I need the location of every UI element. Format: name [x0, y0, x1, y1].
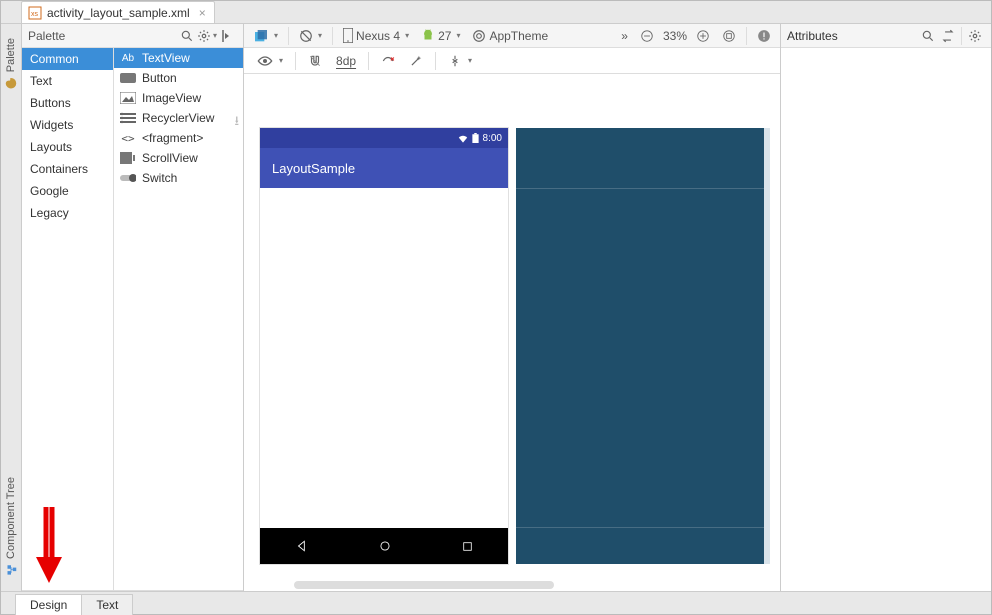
- android-icon: [421, 29, 435, 43]
- palette-category-buttons[interactable]: Buttons: [22, 92, 113, 114]
- surface-select-button[interactable]: ▾: [248, 25, 283, 47]
- search-icon[interactable]: [177, 25, 197, 47]
- collapse-icon[interactable]: [217, 25, 237, 47]
- palette-rail-tab[interactable]: Palette: [4, 38, 18, 90]
- horizontal-scrollbar[interactable]: [294, 581, 554, 589]
- switch-icon: [120, 171, 136, 185]
- device-nav-bar: [260, 528, 508, 564]
- theme-select-button[interactable]: AppTheme: [467, 25, 553, 47]
- clear-constraints-button[interactable]: [376, 50, 400, 72]
- download-icon[interactable]: ⭳: [234, 112, 239, 134]
- tree-icon: [4, 563, 18, 577]
- close-icon[interactable]: ×: [199, 6, 206, 20]
- palette-component-button[interactable]: Button: [114, 68, 243, 88]
- device-select-button[interactable]: Nexus 4▾: [338, 25, 414, 47]
- palette-category-layouts[interactable]: Layouts: [22, 136, 113, 158]
- recyclerview-icon: [120, 111, 136, 125]
- tab-text[interactable]: Text: [81, 594, 133, 615]
- search-icon[interactable]: [918, 25, 938, 47]
- palette-panel: Palette ▾ Common Text Buttons Widgets La…: [22, 24, 244, 591]
- textview-icon: Ab: [120, 51, 136, 65]
- design-editor: ▾ ▾ Nexus 4▾ 27▾ AppTheme » 33% ▾: [244, 24, 781, 591]
- file-tab-bar: xs activity_layout_sample.xml ×: [1, 1, 991, 24]
- component-tree-rail-tab[interactable]: Component Tree: [4, 477, 18, 577]
- palette-category-list: Common Text Buttons Widgets Layouts Cont…: [22, 48, 114, 590]
- swap-icon[interactable]: [938, 25, 958, 47]
- zoom-out-button[interactable]: [635, 25, 659, 47]
- palette-category-google[interactable]: Google: [22, 180, 113, 202]
- zoom-level[interactable]: 33%: [661, 25, 689, 47]
- device-status-bar: 8:00: [260, 128, 508, 148]
- palette-component-scrollview[interactable]: ScrollView: [114, 148, 243, 168]
- overflow-button[interactable]: »: [616, 25, 633, 47]
- device-app-bar: LayoutSample: [260, 148, 508, 188]
- magnet-button[interactable]: [303, 50, 327, 72]
- nav-home-icon: [378, 539, 392, 553]
- fragment-icon: <>: [120, 131, 136, 145]
- orientation-button[interactable]: ▾: [294, 25, 327, 47]
- file-tab-label: activity_layout_sample.xml: [47, 6, 190, 20]
- editor-mode-tabs: Design Text: [1, 591, 991, 614]
- gear-icon[interactable]: [965, 25, 985, 47]
- design-surface[interactable]: 8:00 LayoutSample: [244, 74, 780, 591]
- infer-constraints-button[interactable]: [404, 50, 428, 72]
- palette-category-widgets[interactable]: Widgets: [22, 114, 113, 136]
- gear-icon[interactable]: ▾: [197, 25, 217, 47]
- palette-component-recyclerview[interactable]: RecyclerView: [114, 108, 243, 128]
- attributes-title: Attributes: [787, 29, 838, 43]
- blueprint-edge: [764, 128, 770, 564]
- api-select-button[interactable]: 27▾: [416, 25, 465, 47]
- battery-icon: [472, 133, 479, 143]
- palette-category-common[interactable]: Common: [22, 48, 113, 70]
- attributes-header: Attributes: [781, 24, 991, 48]
- blueprint-preview[interactable]: [516, 128, 764, 564]
- wifi-icon: [458, 134, 468, 143]
- palette-component-fragment[interactable]: <> <fragment>: [114, 128, 243, 148]
- palette-header: Palette ▾: [22, 24, 243, 48]
- file-tab-activity-layout[interactable]: xs activity_layout_sample.xml ×: [21, 1, 215, 23]
- device-body[interactable]: [260, 188, 508, 528]
- zoom-fit-button[interactable]: [717, 25, 741, 47]
- palette-category-containers[interactable]: Containers: [22, 158, 113, 180]
- svg-text:xs: xs: [31, 11, 39, 18]
- pack-button[interactable]: ▾: [443, 50, 477, 72]
- palette-component-textview[interactable]: Ab TextView: [114, 48, 243, 68]
- app-title: LayoutSample: [272, 161, 355, 176]
- tab-design[interactable]: Design: [15, 594, 82, 615]
- design-toolbar-top: ▾ ▾ Nexus 4▾ 27▾ AppTheme » 33%: [244, 24, 780, 48]
- palette-category-legacy[interactable]: Legacy: [22, 202, 113, 224]
- xml-file-icon: xs: [28, 6, 42, 20]
- palette-component-switch[interactable]: Switch: [114, 168, 243, 188]
- warnings-button[interactable]: [752, 25, 776, 47]
- status-time: 8:00: [483, 133, 502, 144]
- imageview-icon: [120, 91, 136, 105]
- palette-title: Palette: [28, 29, 65, 43]
- nav-recent-icon: [461, 540, 474, 553]
- device-preview[interactable]: 8:00 LayoutSample: [260, 128, 508, 564]
- zoom-in-button[interactable]: [691, 25, 715, 47]
- scrollview-icon: [120, 151, 136, 165]
- eye-icon: [257, 55, 273, 67]
- left-tool-rail: Palette Component Tree: [1, 24, 22, 591]
- wand-icon: [409, 54, 423, 68]
- palette-icon: [4, 76, 18, 90]
- palette-component-list: Ab TextView Button ImageView RecyclerVie…: [114, 48, 243, 590]
- nav-back-icon: [295, 539, 309, 553]
- design-toolbar-secondary: ▾ 8dp ▾: [244, 48, 780, 74]
- button-icon: [120, 71, 136, 85]
- view-options-button[interactable]: ▾: [252, 50, 288, 72]
- margin-default-button[interactable]: 8dp: [331, 50, 361, 72]
- palette-component-imageview[interactable]: ImageView: [114, 88, 243, 108]
- magnet-icon: [308, 54, 322, 68]
- palette-category-text[interactable]: Text: [22, 70, 113, 92]
- attributes-panel: Attributes: [781, 24, 991, 591]
